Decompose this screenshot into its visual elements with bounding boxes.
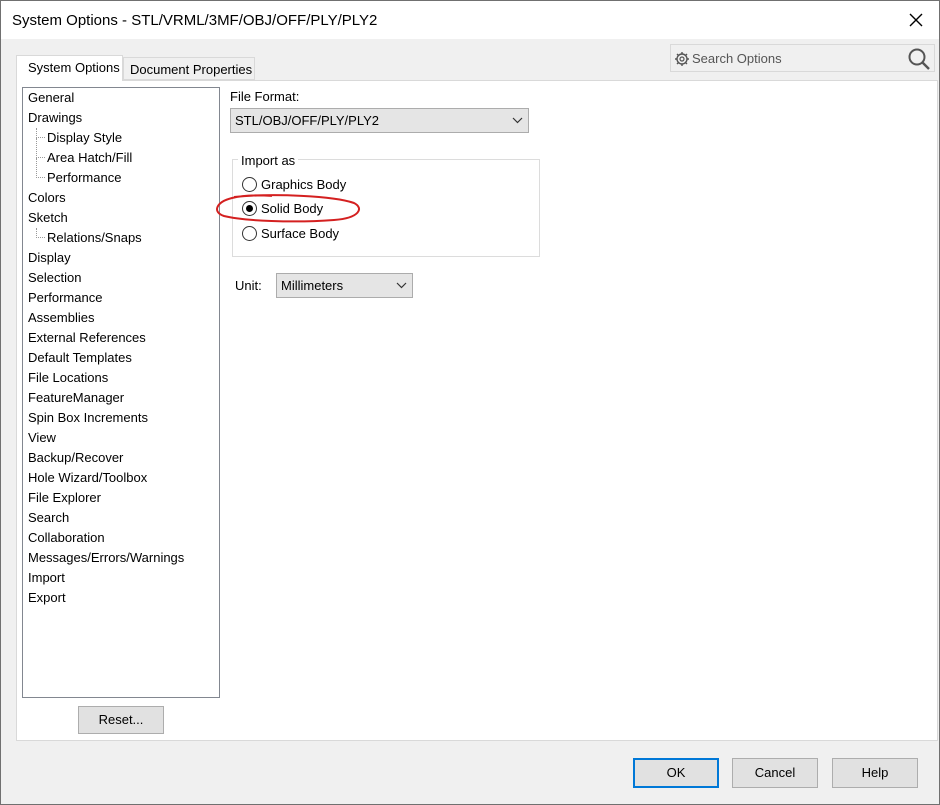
tree-item-area-hatch-fill[interactable]: Area Hatch/Fill: [47, 148, 132, 168]
tree-item-export[interactable]: Export: [28, 588, 66, 608]
tree-connector: [36, 158, 45, 178]
search-icon[interactable]: [907, 47, 931, 71]
tree-item-import[interactable]: Import: [28, 568, 65, 588]
tree-item-selection[interactable]: Selection: [28, 268, 81, 288]
search-placeholder: Search Options: [692, 51, 782, 66]
tree-item-performance[interactable]: Performance: [28, 288, 102, 308]
unit-dropdown[interactable]: Millimeters: [276, 273, 413, 298]
gear-icon: [675, 52, 689, 66]
file-format-value: STL/OBJ/OFF/PLY/PLY2: [235, 113, 380, 128]
tree-connector: [36, 128, 45, 138]
close-icon: [909, 13, 923, 27]
file-format-dropdown[interactable]: STL/OBJ/OFF/PLY/PLY2: [230, 108, 529, 133]
ok-button[interactable]: OK: [633, 758, 719, 788]
tab-system-options[interactable]: System Options: [16, 55, 123, 81]
help-button[interactable]: Help: [832, 758, 918, 788]
tree-item-spin-box-increments[interactable]: Spin Box Increments: [28, 408, 148, 428]
tree-item-hole-wizard-toolbox[interactable]: Hole Wizard/Toolbox: [28, 468, 147, 488]
tab-document-properties[interactable]: Document Properties: [123, 57, 255, 80]
tree-item-colors[interactable]: Colors: [28, 188, 66, 208]
import-as-title: Import as: [238, 153, 299, 168]
tree-item-general[interactable]: General: [28, 88, 74, 108]
tree-item-external-references[interactable]: External References: [28, 328, 146, 348]
tree-item-display[interactable]: Display: [28, 248, 71, 268]
file-format-label: File Format:: [230, 89, 300, 104]
tree-item-default-templates[interactable]: Default Templates: [28, 348, 132, 368]
chevron-down-icon: [512, 117, 523, 124]
tree-item-drawings[interactable]: Drawings: [28, 108, 82, 128]
radio-label-surface-body: Surface Body: [261, 226, 340, 241]
radio-button[interactable]: [242, 177, 257, 192]
title-bar: System Options - STL/VRML/3MF/OBJ/OFF/PL…: [1, 1, 939, 39]
tree-item-messages-errors-warnings[interactable]: Messages/Errors/Warnings: [28, 548, 184, 568]
radio-label-graphics-body: Graphics Body: [261, 177, 347, 192]
unit-label: Unit:: [235, 278, 262, 293]
tree-connector: [36, 138, 45, 158]
close-button[interactable]: [893, 1, 939, 39]
radio-button[interactable]: [242, 226, 257, 241]
tree-connector: [36, 228, 45, 238]
cancel-button[interactable]: Cancel: [732, 758, 818, 788]
system-options-dialog: System Options - STL/VRML/3MF/OBJ/OFF/PL…: [0, 0, 940, 805]
tree-item-view[interactable]: View: [28, 428, 56, 448]
tree-item-collaboration[interactable]: Collaboration: [28, 528, 105, 548]
tree-item-display-style[interactable]: Display Style: [47, 128, 122, 148]
tree-item-file-locations[interactable]: File Locations: [28, 368, 108, 388]
tree-item-relations-snaps[interactable]: Relations/Snaps: [47, 228, 142, 248]
radio-label-solid-body: Solid Body: [261, 201, 324, 216]
chevron-down-icon: [396, 282, 407, 289]
reset-button[interactable]: Reset...: [78, 706, 164, 734]
options-tree[interactable]: General Drawings Display Style Area Hatc…: [22, 87, 220, 698]
tree-item-assemblies[interactable]: Assemblies: [28, 308, 94, 328]
tree-item-sketch[interactable]: Sketch: [28, 208, 68, 228]
tree-item-drawings-performance[interactable]: Performance: [47, 168, 121, 188]
tree-item-search[interactable]: Search: [28, 508, 69, 528]
search-options-field[interactable]: Search Options: [670, 44, 935, 72]
tree-item-file-explorer[interactable]: File Explorer: [28, 488, 101, 508]
tree-item-featuremanager[interactable]: FeatureManager: [28, 388, 124, 408]
radio-button-checked[interactable]: [242, 201, 257, 216]
window-title: System Options - STL/VRML/3MF/OBJ/OFF/PL…: [12, 12, 378, 29]
unit-value: Millimeters: [281, 278, 344, 293]
tree-item-backup-recover[interactable]: Backup/Recover: [28, 448, 123, 468]
